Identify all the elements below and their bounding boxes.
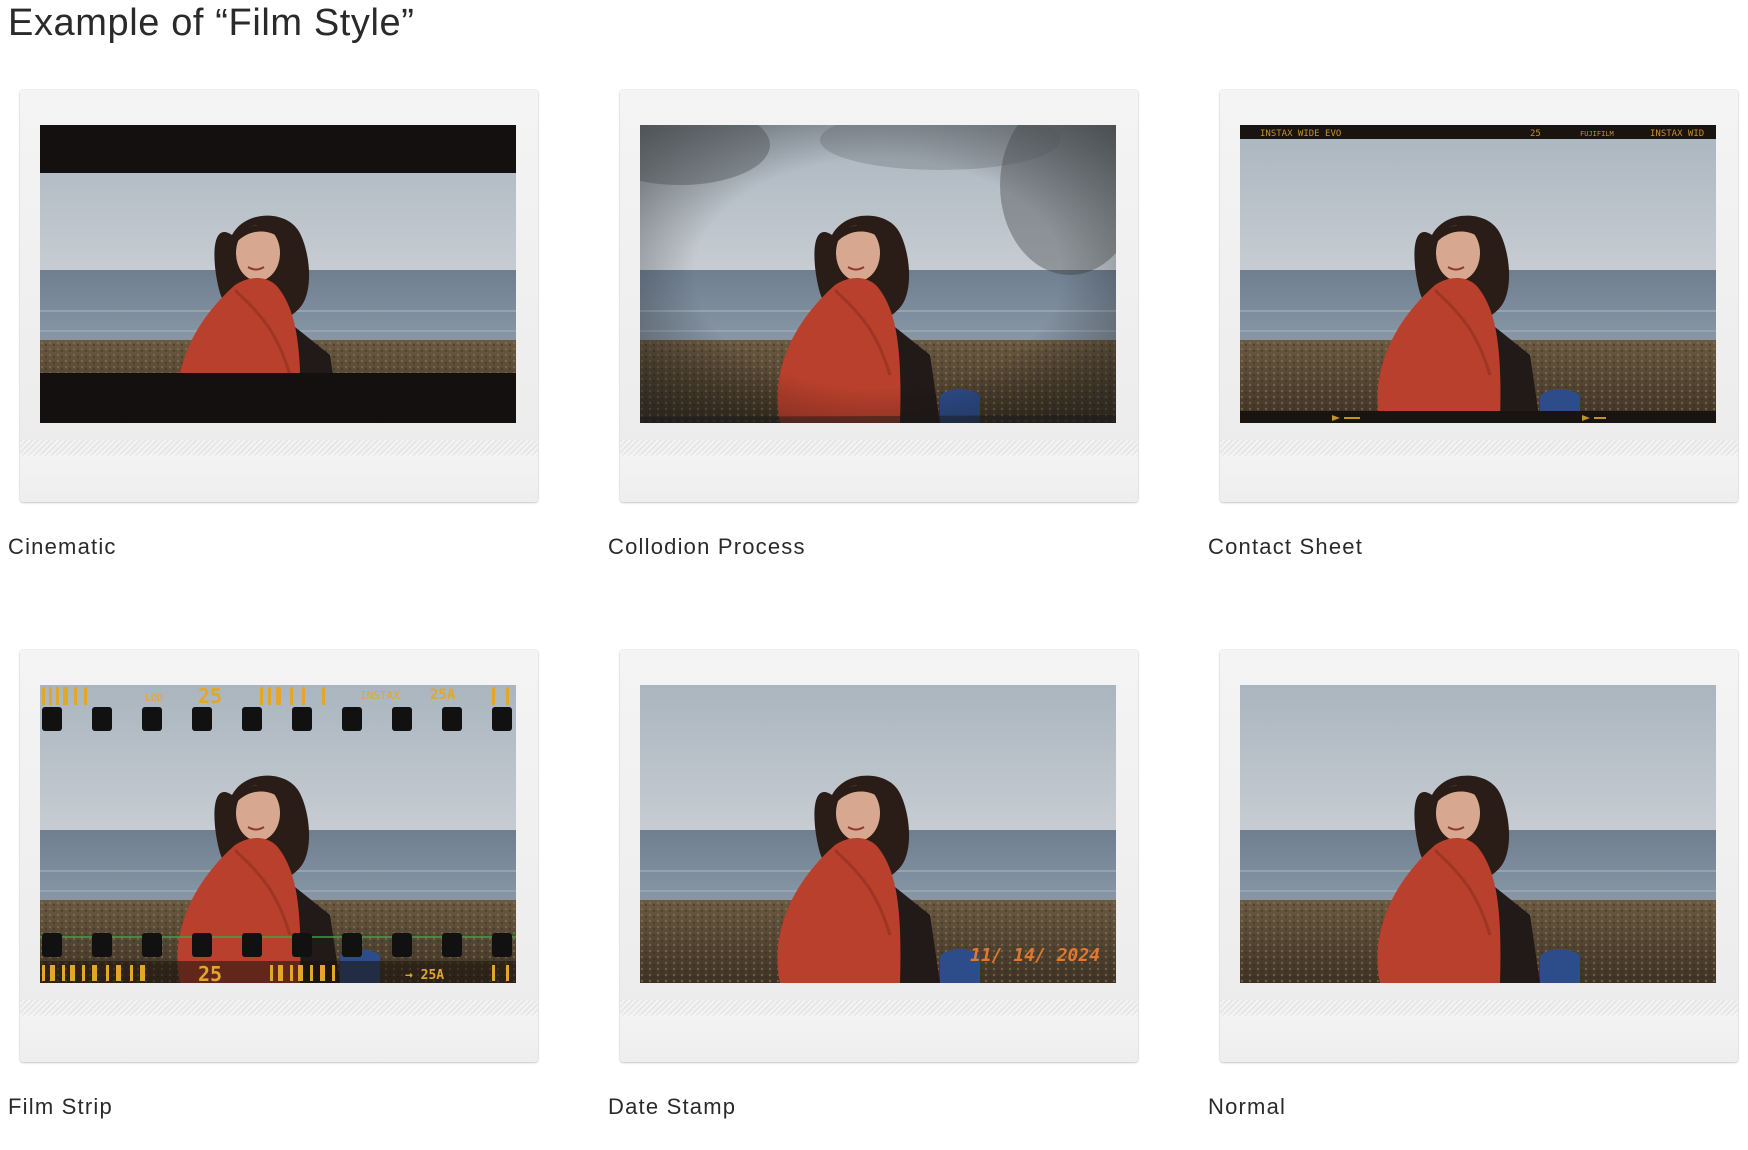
style-card-cinematic: Cinematic	[8, 90, 538, 590]
film-top-left-text: LOD	[145, 693, 163, 704]
instax-print: 11/ 14/ 2024	[620, 650, 1138, 1062]
instax-print	[1220, 650, 1738, 1062]
instax-print: LOD 25 INSTAX 25A 25 → 25A	[20, 650, 538, 1062]
style-card-date-stamp: 11/ 14/ 2024 Date Stamp	[608, 650, 1138, 1150]
style-label: Contact Sheet	[1208, 534, 1364, 559]
film-style-grid: Cinematic Collodion Process INSTAX WIDE …	[0, 0, 1748, 1138]
contact-number: 25	[1530, 129, 1541, 139]
style-label: Collodion Process	[608, 534, 806, 559]
film-top-number: 25	[198, 685, 222, 708]
portrait-image: 11/ 14/ 2024	[640, 685, 1116, 983]
film-bottom-number: 25	[198, 962, 222, 983]
film-top-brand: INSTAX	[360, 689, 400, 702]
photo-film-strip: LOD 25 INSTAX 25A 25 → 25A	[40, 685, 516, 983]
style-card-collodion: Collodion Process	[608, 90, 1138, 590]
instax-print: INSTAX WIDE EVO 25 FUJIFILM INSTAX WID	[1220, 90, 1738, 502]
photo-normal	[1240, 685, 1716, 983]
style-label: Normal	[1208, 1094, 1287, 1119]
contact-bottom-band	[1240, 411, 1716, 423]
contact-brand: FUJIFILM	[1580, 130, 1614, 138]
photo-cinematic	[40, 125, 516, 423]
instax-print	[620, 90, 1138, 502]
style-label: Date Stamp	[608, 1094, 737, 1119]
style-card-normal: Normal	[1208, 650, 1738, 1150]
contact-left-text: INSTAX WIDE EVO	[1260, 129, 1341, 139]
style-card-contact-sheet: INSTAX WIDE EVO 25 FUJIFILM INSTAX WID C…	[1208, 90, 1738, 590]
portrait-image	[1240, 685, 1716, 983]
letterbox-top	[40, 125, 516, 173]
contact-right-text: INSTAX WID	[1650, 129, 1704, 139]
style-label: Film Strip	[8, 1094, 113, 1119]
film-bottom-code: → 25A	[405, 968, 444, 983]
photo-date-stamp: 11/ 14/ 2024	[640, 685, 1116, 983]
film-strip-bottom-markings: 25 → 25A	[40, 961, 516, 983]
portrait-image: LOD 25 INSTAX 25A 25 → 25A	[40, 685, 516, 983]
portrait-image: INSTAX WIDE EVO 25 FUJIFILM INSTAX WID	[1240, 125, 1716, 423]
style-card-film-strip: LOD 25 INSTAX 25A 25 → 25A Film Strip	[8, 650, 538, 1150]
portrait-image	[40, 125, 516, 423]
instax-print	[20, 90, 538, 502]
date-stamp-text: 11/ 14/ 2024	[970, 945, 1100, 966]
portrait-image	[640, 125, 1116, 423]
photo-contact-sheet: INSTAX WIDE EVO 25 FUJIFILM INSTAX WID	[1240, 125, 1716, 423]
photo-collodion	[640, 125, 1116, 423]
style-label: Cinematic	[8, 534, 117, 559]
film-top-code: 25A	[430, 687, 456, 703]
letterbox-bottom	[40, 373, 516, 423]
